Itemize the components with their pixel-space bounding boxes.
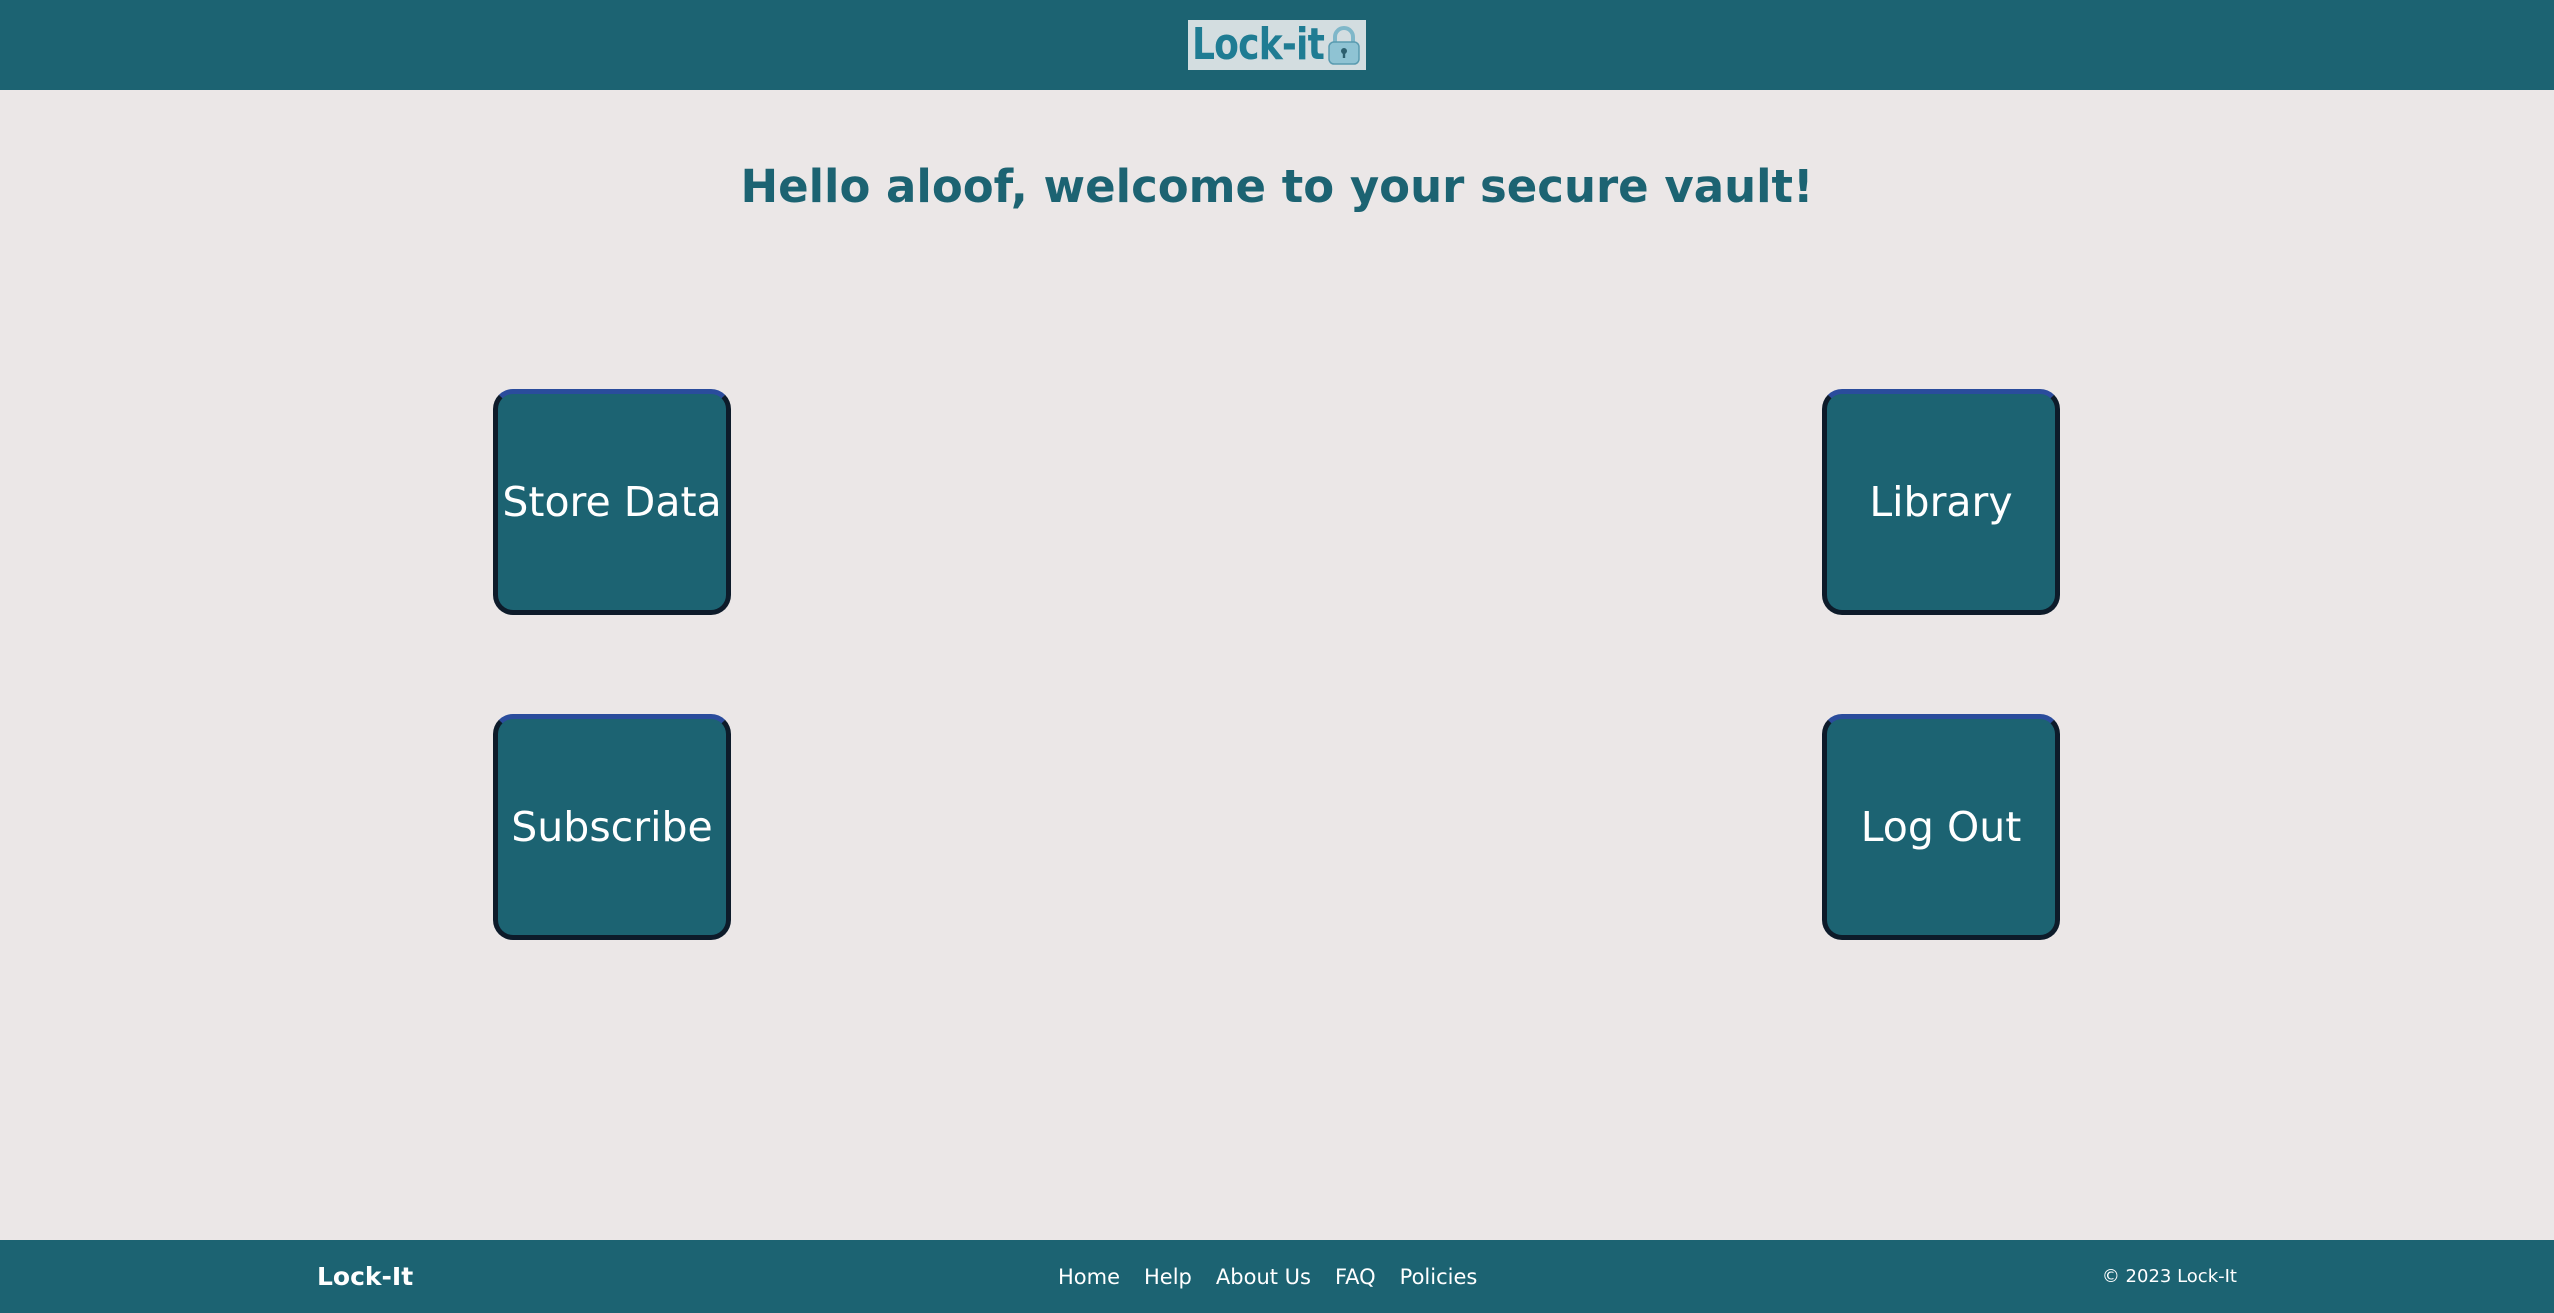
logo[interactable]: Lock-it: [1188, 20, 1366, 70]
logo-text: Lock-it: [1192, 19, 1325, 70]
log-out-button[interactable]: Log Out: [1822, 714, 2060, 940]
footer-brand: Lock-It: [317, 1262, 414, 1291]
footer-link-faq[interactable]: FAQ: [1335, 1265, 1376, 1289]
subscribe-button[interactable]: Subscribe: [493, 714, 731, 940]
footer-copyright: © 2023 Lock-It: [2101, 1266, 2237, 1287]
store-data-button[interactable]: Store Data: [493, 389, 731, 615]
footer-link-help[interactable]: Help: [1144, 1265, 1192, 1289]
footer-link-policies[interactable]: Policies: [1400, 1265, 1478, 1289]
site-footer: Lock-It Home Help About Us FAQ Policies …: [0, 1240, 2554, 1313]
site-header: Lock-it: [0, 0, 2554, 90]
log-out-label: Log Out: [1860, 803, 2022, 851]
subscribe-label: Subscribe: [511, 803, 713, 851]
library-button[interactable]: Library: [1822, 389, 2060, 615]
welcome-heading: Hello aloof, welcome to your secure vaul…: [740, 160, 1814, 213]
footer-link-home[interactable]: Home: [1058, 1265, 1120, 1289]
footer-link-about-us[interactable]: About Us: [1216, 1265, 1311, 1289]
library-label: Library: [1869, 478, 2013, 526]
footer-nav: Home Help About Us FAQ Policies: [1058, 1240, 1477, 1313]
padlock-icon: [1328, 26, 1360, 65]
store-data-label: Store Data: [502, 478, 722, 526]
